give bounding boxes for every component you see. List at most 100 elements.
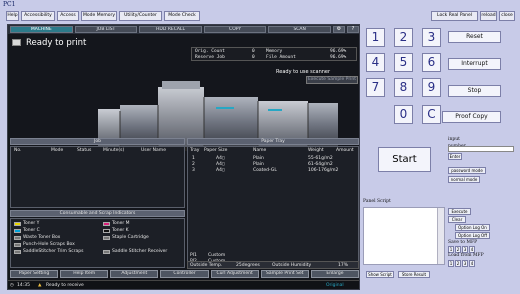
- accessibility-button[interactable]: Accessibility: [21, 11, 55, 21]
- reserve-job-value: 0: [252, 55, 255, 60]
- help-item-button[interactable]: Help Item: [60, 270, 109, 278]
- adjustment-button[interactable]: Adjustment: [110, 270, 159, 278]
- reload-button[interactable]: reload: [480, 11, 497, 21]
- tray-row-1-name: Plain: [253, 156, 264, 161]
- key-4[interactable]: 4: [366, 53, 385, 72]
- load-slot-3[interactable]: 3: [462, 260, 468, 267]
- close-button[interactable]: close: [499, 11, 515, 21]
- window-title: PC1: [3, 1, 16, 8]
- paper-tray-header: Paper Tray: [187, 138, 359, 145]
- enlarge-button[interactable]: Enlarge: [310, 270, 359, 278]
- tray-col-size: Paper Size: [204, 148, 228, 153]
- key-7[interactable]: 7: [366, 78, 385, 97]
- key-5[interactable]: 5: [394, 53, 413, 72]
- paper-setting-button[interactable]: Paper Setting: [10, 270, 59, 278]
- save-slot-1[interactable]: 1: [448, 246, 454, 253]
- toner-y-swatch: [14, 221, 21, 226]
- panel-script-textarea[interactable]: [363, 207, 445, 265]
- panel-script-label: Panel Script: [363, 199, 391, 204]
- tab-job-list[interactable]: JOB LIST: [74, 26, 138, 33]
- environment-status: Outside Temp. 25degrees Outside Humidity…: [187, 261, 359, 269]
- paper-tray-list: Tray Paper Size Name Weight Amount 1 A4▯…: [187, 146, 359, 268]
- status-title: Ready to print: [26, 38, 87, 48]
- orig-count-value: 0: [252, 49, 255, 54]
- show-script-button[interactable]: Show Script: [366, 271, 394, 278]
- reset-button[interactable]: Reset: [448, 31, 501, 43]
- option-log-off-button[interactable]: Option Log Off: [455, 232, 490, 239]
- key-0[interactable]: 0: [394, 105, 413, 124]
- normal-mode-button[interactable]: normal mode: [448, 176, 480, 183]
- pi1-name: Custom: [208, 253, 226, 258]
- interrupt-button[interactable]: Interrupt: [448, 58, 501, 70]
- tray-row-2-size: A4▯: [216, 162, 225, 167]
- tab-scan[interactable]: SCAN: [268, 26, 331, 33]
- mode-check-button[interactable]: Mode Check: [164, 11, 200, 21]
- punch-scraps-label: Punch-Hole Scraps Box: [23, 242, 75, 247]
- status-bar: ◷ 14:35 ▲ Ready to receive Original: [8, 280, 359, 289]
- controller-button[interactable]: Controller: [160, 270, 209, 278]
- save-slot-3[interactable]: 3: [462, 246, 468, 253]
- key-2[interactable]: 2: [394, 28, 413, 47]
- option-log-on-button[interactable]: Option Log On: [455, 224, 490, 231]
- saddle-receiver-indicator: Saddle Stitcher Receiver: [103, 249, 167, 254]
- execute-button[interactable]: Execute: [448, 208, 471, 215]
- tray-row-2-name: Plain: [253, 162, 264, 167]
- store-result-button[interactable]: Store Result: [398, 271, 430, 278]
- outside-temp-value: 25degrees: [236, 263, 260, 268]
- access-button[interactable]: Access: [57, 11, 79, 21]
- job-col-mode: Mode: [51, 148, 64, 153]
- script-scrollbar[interactable]: [437, 208, 444, 264]
- tray-row-2-weight: 61-64g/m2: [308, 162, 333, 167]
- toner-c-label: Toner C: [23, 228, 40, 233]
- trim-scraps-label: SaddleStitcher Trim Scraps: [23, 249, 84, 254]
- load-slot-4[interactable]: 4: [469, 260, 475, 267]
- tray-row-3-weight: 106-176g/m2: [308, 168, 339, 173]
- saddle-receiver-label: Saddle Stitcher Receiver: [112, 249, 168, 254]
- key-9[interactable]: 9: [422, 78, 441, 97]
- load-slot-1[interactable]: 1: [448, 260, 454, 267]
- tab-machine[interactable]: MACHINE: [10, 26, 73, 33]
- key-1[interactable]: 1: [366, 28, 385, 47]
- number-input[interactable]: [448, 146, 514, 152]
- start-button[interactable]: Start: [378, 147, 431, 172]
- clear-button[interactable]: Clear: [448, 216, 466, 223]
- utility-counter-button[interactable]: Utility/Counter: [119, 11, 162, 21]
- consumables-list: Toner Y Toner C Waste Toner Box Punch-Ho…: [10, 218, 185, 268]
- outside-humidity-value: 17%: [338, 263, 349, 268]
- machine-display: MACHINE JOB LIST HDD RECALL COPY SCAN ⚙ …: [7, 24, 360, 290]
- toner-c-indicator: Toner C: [14, 228, 40, 233]
- key-clear[interactable]: C: [422, 105, 441, 124]
- load-slot-2[interactable]: 2: [455, 260, 461, 267]
- tray-col-weight: Weight: [308, 148, 324, 153]
- help-button[interactable]: Help: [6, 11, 19, 21]
- toner-k-label: Toner K: [112, 228, 129, 233]
- curl-adjustment-button[interactable]: Curl Adjustment: [210, 270, 259, 278]
- warning-icon: ▲: [38, 283, 42, 288]
- tray-row-3-size: A4▯: [216, 168, 225, 173]
- status-time: 14:35: [17, 283, 30, 288]
- tab-hdd-recall[interactable]: HDD RECALL: [139, 26, 202, 33]
- punch-scraps-swatch: [14, 242, 21, 247]
- lock-real-panel-button[interactable]: Lock Real Panel: [431, 11, 478, 21]
- key-6[interactable]: 6: [422, 53, 441, 72]
- save-slot-2[interactable]: 2: [455, 246, 461, 253]
- file-amount-value: 96.69%: [330, 55, 347, 60]
- key-8[interactable]: 8: [394, 78, 413, 97]
- enter-button[interactable]: Enter: [448, 153, 462, 160]
- sample-print-set-button[interactable]: Sample Print Set: [260, 270, 309, 278]
- toner-c-swatch: [14, 228, 21, 233]
- key-3[interactable]: 3: [422, 28, 441, 47]
- machine-tabs: MACHINE JOB LIST HDD RECALL COPY SCAN ⚙ …: [8, 25, 359, 34]
- mode-memory-button[interactable]: Mode Memory: [81, 11, 117, 21]
- tray-row-3-name: Coated-GL: [253, 168, 277, 173]
- toner-k-swatch: [103, 228, 110, 233]
- help-icon[interactable]: ?: [346, 26, 359, 33]
- tab-copy[interactable]: COPY: [203, 26, 267, 33]
- proof-copy-button[interactable]: Proof Copy: [442, 111, 501, 123]
- password-mode-button[interactable]: password mode: [448, 167, 486, 174]
- status-right: Original: [326, 283, 344, 288]
- stop-button[interactable]: Stop: [448, 85, 501, 97]
- settings-icon[interactable]: ⚙: [332, 26, 345, 33]
- counter-panel: Orig. Count 0 Memory 96.69% Reserve Job …: [191, 47, 357, 61]
- save-slot-4[interactable]: 4: [469, 246, 475, 253]
